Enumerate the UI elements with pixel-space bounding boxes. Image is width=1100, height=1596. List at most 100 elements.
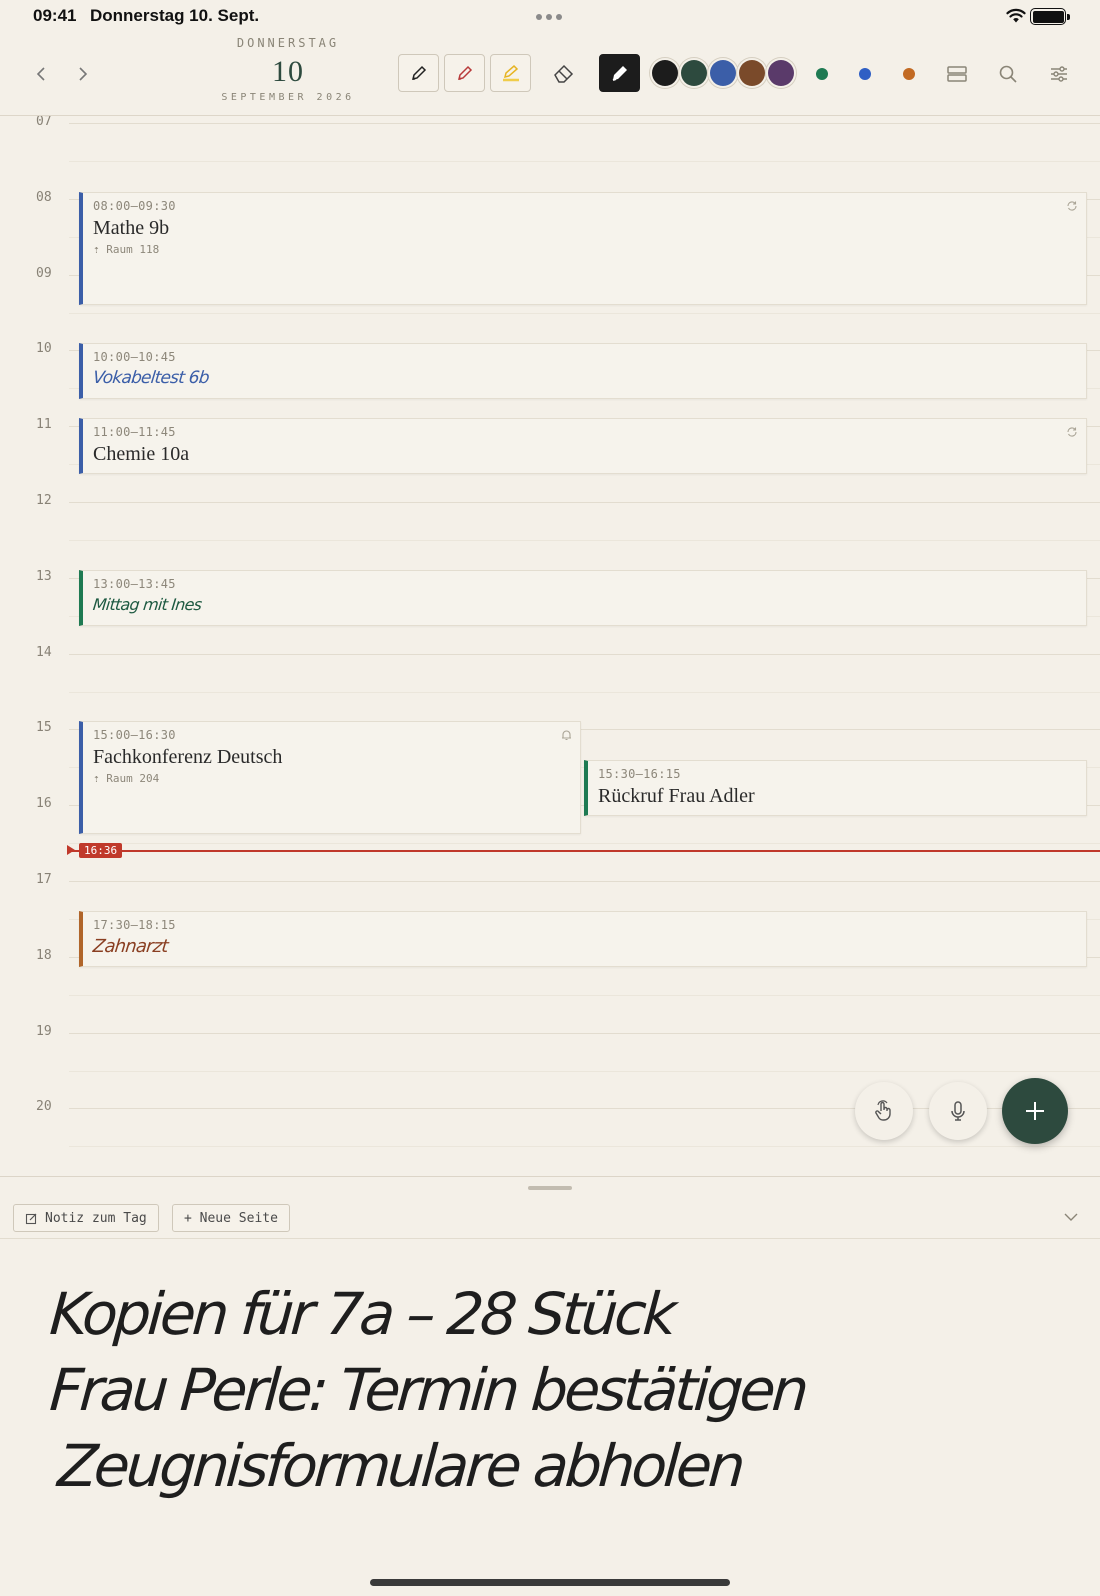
- new-page-label: + Neue Seite: [184, 1210, 278, 1226]
- hour-label: 16: [36, 796, 52, 812]
- collapse-panel-button[interactable]: [1063, 1209, 1079, 1227]
- event-card[interactable]: 17:30–18:15 Zahnarzt: [79, 911, 1087, 967]
- half-hour-gridline: [69, 539, 1100, 541]
- color-swatch-purple[interactable]: [768, 60, 794, 86]
- microphone-icon: [951, 1101, 965, 1121]
- half-hour-gridline: [69, 1146, 1100, 1148]
- color-swatch-green[interactable]: [681, 60, 707, 86]
- event-title: Vokabeltest 6b: [91, 368, 210, 388]
- multitasking-dots-icon[interactable]: [536, 14, 562, 20]
- event-title: Chemie 10a: [93, 443, 190, 465]
- event-card[interactable]: 15:00–16:30 Fachkonferenz Deutsch ⇡ Raum…: [79, 721, 581, 834]
- layout-button[interactable]: [943, 60, 971, 88]
- pen-tool-button[interactable]: [398, 54, 439, 92]
- next-day-button[interactable]: [71, 62, 95, 86]
- header: DONNERSTAG 10 SEPTEMBER 2026: [0, 34, 1100, 116]
- home-indicator[interactable]: [370, 1579, 730, 1586]
- hour-gridline: [69, 653, 1100, 655]
- wifi-icon: [1006, 8, 1026, 23]
- event-card[interactable]: 13:00–13:45 Mittag mit Ines: [79, 570, 1087, 626]
- current-time-marker: [67, 845, 75, 855]
- event-title: Mathe 9b: [93, 217, 170, 239]
- touch-mode-button[interactable]: [855, 1082, 913, 1140]
- hour-gridline: [69, 502, 1100, 503]
- bell-icon: [561, 729, 572, 744]
- color-swatch-brown[interactable]: [739, 60, 765, 86]
- color-swatch-black[interactable]: [652, 60, 678, 86]
- half-hour-gridline: [69, 994, 1100, 996]
- marker-tool-button[interactable]: [444, 54, 485, 92]
- event-room: ⇡ Raum 118: [93, 243, 160, 256]
- hour-gridline: [69, 123, 1100, 124]
- chevron-left-icon: [36, 67, 45, 81]
- notes-toolbar: Notiz zum Tag + Neue Seite: [0, 1199, 1100, 1239]
- half-hour-gridline: [69, 691, 1100, 693]
- color-swatch-blue[interactable]: [710, 60, 736, 86]
- handwritten-note-line[interactable]: Frau Perle: Termin bestätigen: [48, 1356, 808, 1424]
- hour-label: 19: [36, 1023, 52, 1039]
- hand-pointer-icon: [875, 1100, 891, 1121]
- hour-label: 15: [36, 720, 52, 736]
- highlighter-tool-button[interactable]: [490, 54, 531, 92]
- event-time: 11:00–11:45: [93, 425, 176, 439]
- hour-label: 20: [36, 1099, 52, 1115]
- color-dot-blue[interactable]: [859, 68, 871, 80]
- hour-label: 13: [36, 568, 52, 584]
- repeat-icon: [1066, 426, 1078, 441]
- event-time: 10:00–10:45: [93, 350, 176, 364]
- event-card[interactable]: 10:00–10:45 Vokabeltest 6b: [79, 343, 1087, 399]
- event-card[interactable]: 15:30–16:15 Rückruf Frau Adler: [584, 760, 1087, 816]
- color-dot-orange[interactable]: [903, 68, 915, 80]
- event-time: 15:30–16:15: [598, 767, 681, 781]
- repeat-icon: [1066, 200, 1078, 215]
- highlighter-icon: [502, 64, 519, 82]
- hour-label: 11: [36, 417, 52, 433]
- color-dot-green[interactable]: [816, 68, 828, 80]
- eraser-tool-button[interactable]: [543, 54, 584, 92]
- hour-gridline: [69, 1032, 1100, 1034]
- hour-label: 09: [36, 265, 52, 281]
- marker-icon: [457, 65, 472, 81]
- settings-sliders-icon: [1051, 66, 1067, 82]
- event-room-text: Raum 118: [106, 243, 160, 256]
- handwritten-note-line[interactable]: Zeugnisformulare abholen: [56, 1432, 745, 1500]
- layout-icon: [947, 66, 967, 82]
- hour-label: 18: [36, 947, 52, 963]
- handwritten-note-line[interactable]: Kopien für 7a – 28 Stück: [48, 1280, 676, 1348]
- fountain-pen-icon: [612, 66, 627, 81]
- date-heading[interactable]: DONNERSTAG 10 SEPTEMBER 2026: [220, 36, 356, 103]
- pen-icon: [411, 65, 426, 81]
- event-card[interactable]: 11:00–11:45 Chemie 10a: [79, 418, 1087, 474]
- eraser-icon: [553, 64, 573, 83]
- day-timeline[interactable]: 070809101112131415161718192021 08:00–09:…: [0, 116, 1100, 1176]
- add-event-button[interactable]: [1002, 1078, 1068, 1144]
- panel-grabber-handle[interactable]: [528, 1186, 572, 1190]
- previous-day-button[interactable]: [29, 62, 53, 86]
- event-time: 13:00–13:45: [93, 577, 176, 591]
- notes-panel: Notiz zum Tag + Neue Seite Kopien für 7a…: [0, 1176, 1100, 1596]
- hour-label: 07: [36, 116, 52, 129]
- event-title: Fachkonferenz Deutsch: [93, 746, 283, 768]
- status-time: 09:41: [33, 6, 77, 25]
- new-page-button[interactable]: + Neue Seite: [172, 1204, 290, 1232]
- search-icon: [999, 65, 1017, 83]
- half-hour-gridline: [69, 843, 1100, 845]
- event-time: 17:30–18:15: [93, 918, 176, 932]
- settings-button[interactable]: [1045, 60, 1073, 88]
- plus-icon: [1026, 1102, 1044, 1120]
- event-card[interactable]: 08:00–09:30 Mathe 9b ⇡ Raum 118: [79, 192, 1087, 305]
- hour-label: 14: [36, 644, 52, 660]
- half-hour-gridline: [69, 160, 1100, 162]
- status-bar: 09:41 Donnerstag 10. Sept.: [0, 0, 1100, 34]
- event-room-text: Raum 204: [106, 772, 160, 785]
- current-time-badge: 16:36: [79, 843, 123, 858]
- chevron-right-icon: [79, 67, 88, 81]
- month-year-label: SEPTEMBER 2026: [221, 92, 355, 103]
- half-hour-gridline: [69, 312, 1100, 314]
- day-note-button[interactable]: Notiz zum Tag: [13, 1204, 159, 1232]
- fountain-pen-tool-button[interactable]: [599, 54, 640, 92]
- search-button[interactable]: [994, 60, 1022, 88]
- voice-input-button[interactable]: [929, 1082, 987, 1140]
- event-title: Zahnarzt: [91, 936, 169, 957]
- status-date: Donnerstag 10. Sept.: [90, 6, 260, 25]
